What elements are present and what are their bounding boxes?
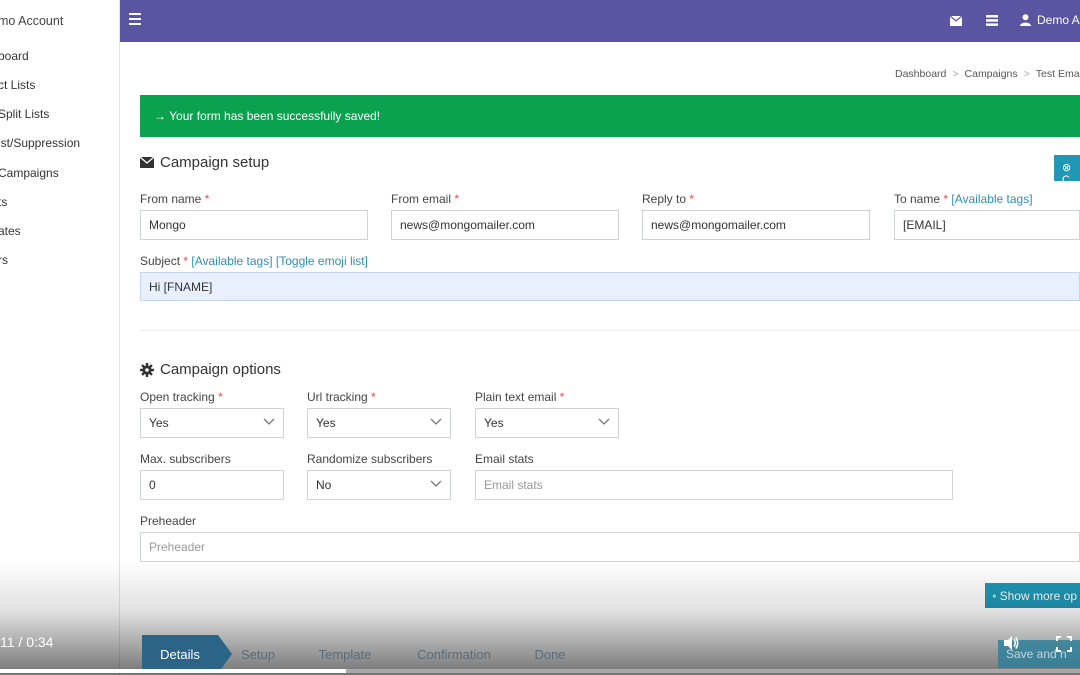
available-tags-link[interactable]: [Available tags] [951,192,1032,206]
breadcrumb-campaigns[interactable]: Campaigns [965,68,1018,80]
step-details[interactable]: Details [142,635,232,673]
sidebar-item-templates[interactable]: ates [0,224,21,238]
from-name-input[interactable]: Mongo [140,210,368,240]
breadcrumb: Dashboard > Campaigns > Test Email [895,68,1080,80]
campaign-options-title: Campaign options [140,361,281,378]
open-tracking-select[interactable]: Yes [140,408,284,438]
step-confirmation[interactable]: Confirmation [398,635,510,673]
menu-icon[interactable] [129,13,141,27]
sidebar-item-split-lists[interactable]: Split Lists [0,107,49,121]
breadcrumb-separator: > [952,68,959,80]
sidebar-item-blacklist-suppression[interactable]: ist/Suppression [0,136,80,150]
chevron-down-icon [598,418,610,425]
sidebar-item-users[interactable]: rs [0,253,8,267]
section-divider [140,330,1080,331]
subject-label: Subject * [Available tags] [Toggle emoji… [140,254,368,268]
url-tracking-label: Url tracking * [307,390,376,404]
plain-text-select[interactable]: Yes [475,408,619,438]
gear-icon [140,362,154,377]
to-name-label: To name * [Available tags] [894,192,1033,206]
sidebar-item-reports[interactable]: ts [0,195,7,209]
breadcrumb-dashboard[interactable]: Dashboard [895,68,946,80]
max-subscribers-label: Max. subscribers [140,452,231,466]
step-template[interactable]: Template [302,635,388,673]
preheader-label: Preheader [140,514,197,528]
video-progress-fill [0,669,346,673]
user-menu[interactable]: Demo A [1020,13,1080,27]
subject-available-tags-link[interactable]: [Available tags] [191,254,272,268]
open-tracking-label: Open tracking * [140,390,223,404]
plus-square-icon [993,594,996,597]
envelope-icon[interactable] [950,16,962,26]
reply-to-label: Reply to * [642,192,695,206]
user-icon [1020,14,1031,26]
video-time: 11 / 0:34 [0,634,54,650]
sidebar: mo Account board ct Lists Split Lists is… [0,0,120,675]
video-progress-bar[interactable] [0,669,1080,673]
sidebar-item-dashboard[interactable]: board [0,49,29,63]
url-tracking-select[interactable]: Yes [307,408,451,438]
step-done[interactable]: Done [520,635,580,673]
randomize-select[interactable]: No [307,470,451,500]
volume-icon[interactable] [1002,634,1020,652]
close-button[interactable]: ⊗ C [1054,155,1080,186]
subject-input[interactable]: Hi [FNAME] [140,272,1080,301]
toggle-emoji-link[interactable]: [Toggle emoji list] [276,254,368,268]
chevron-down-icon [430,418,442,425]
breadcrumb-separator: > [1023,68,1030,80]
show-more-options-button[interactable]: Show more op [985,583,1080,608]
reply-to-input[interactable]: news@mongomailer.com [642,210,870,240]
to-name-input[interactable]: [EMAIL] [894,210,1080,240]
max-subscribers-input[interactable]: 0 [140,470,284,500]
from-name-label: From name * [140,192,210,206]
randomize-label: Randomize subscribers [307,452,433,466]
success-alert: → Your form has been successfully saved! [140,95,1080,137]
sidebar-item-campaigns[interactable]: Campaigns [0,166,59,180]
email-stats-input[interactable]: Email stats [475,470,953,500]
user-name: Demo A [1037,13,1080,27]
step-setup[interactable]: Setup [224,635,292,673]
from-email-label: From email * [391,192,460,206]
envelope-icon [140,157,154,168]
email-stats-label: Email stats [475,452,534,466]
account-name[interactable]: mo Account [0,14,63,28]
alert-text: → Your form has been successfully saved! [154,109,381,123]
breadcrumb-current: Test Email [1035,68,1080,80]
fullscreen-icon[interactable] [1056,636,1072,652]
from-email-input[interactable]: news@mongomailer.com [391,210,619,240]
plain-text-label: Plain text email * [475,390,565,404]
wizard-steps: Details Setup Template Confirmation Done [142,635,602,673]
chevron-down-icon [263,418,275,425]
top-bar: Demo A [120,0,1080,42]
list-icon[interactable] [986,15,998,26]
chevron-down-icon [430,480,442,487]
sidebar-item-contact-lists[interactable]: ct Lists [0,78,35,92]
campaign-setup-title: Campaign setup [140,154,269,171]
preheader-input[interactable]: Preheader [140,532,1080,562]
